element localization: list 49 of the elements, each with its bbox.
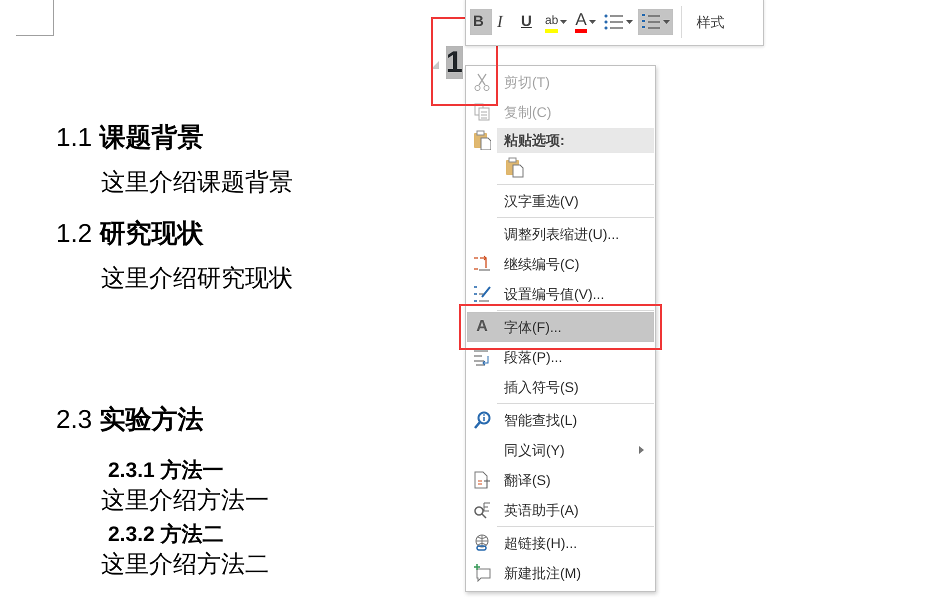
menu-item[interactable]: 段落(P)... [467,342,654,372]
menu-item[interactable]: 插入符号(S) [467,372,654,402]
english-assistant-icon [473,501,491,519]
paste-icon [473,130,491,150]
menu-item[interactable]: 继续编号(C) [467,249,654,279]
body-text: 这里介绍方法二 [101,550,269,580]
search-icon [473,411,491,429]
body-text: 这里介绍课题背景 [101,168,293,198]
globe-link-icon [473,534,491,552]
scissors-icon [473,73,491,91]
numbered-list-icon [640,14,661,30]
translate-icon [473,471,491,489]
copy-icon [473,103,491,121]
chapter-heading: 1 [446,46,463,80]
highlight-color-button[interactable]: ab [542,9,570,35]
underline-button[interactable]: U [518,9,540,35]
menu-item[interactable]: 汉字重选(V) [467,186,654,216]
menu-item[interactable]: A 字体(F)... [467,312,654,342]
paste-icon [505,156,525,179]
menu-section-header: 粘贴选项: [497,128,654,152]
collapse-triangle-icon[interactable] [430,60,440,70]
styles-button[interactable]: 样式 [694,9,728,35]
numbering-button[interactable] [638,9,673,35]
font-color-button[interactable]: A [572,9,599,35]
body-text: 这里介绍研究现状 [101,264,293,294]
subsection-heading: 2.3.1 方法一 [108,458,224,484]
subsection-heading: 2.3.2 方法二 [108,522,224,548]
numbering-value-icon [473,285,491,303]
italic-button[interactable]: I [494,9,516,35]
section-heading: 1.1 课题背景 [56,121,204,154]
menu-item[interactable]: 调整列表缩进(U)... [467,219,654,249]
continue-numbering-icon [473,255,491,273]
bullet-list-icon [604,14,624,30]
menu-item[interactable]: 翻译(S) [467,465,654,495]
menu-item[interactable]: 超链接(H)... [467,528,654,558]
bold-button[interactable]: B [470,9,492,35]
section-heading: 2.3 实验方法 [56,403,204,436]
paragraph-icon [473,348,491,366]
body-text: 这里介绍方法一 [101,486,269,516]
page-corner-mark [16,0,54,36]
menu-item[interactable]: 英语助手(A) [467,495,654,525]
menu-item[interactable]: 智能查找(L) [467,405,654,435]
comment-icon [473,564,491,582]
menu-item[interactable]: 设置编号值(V)... [467,279,654,309]
menu-item[interactable]: 同义词(Y) [467,435,654,465]
font-icon: A [476,315,488,339]
keep-formatting-paste-button[interactable] [505,156,525,180]
menu-item[interactable]: 新建批注(M) [467,558,654,588]
section-heading: 1.2 研究现状 [56,217,204,250]
